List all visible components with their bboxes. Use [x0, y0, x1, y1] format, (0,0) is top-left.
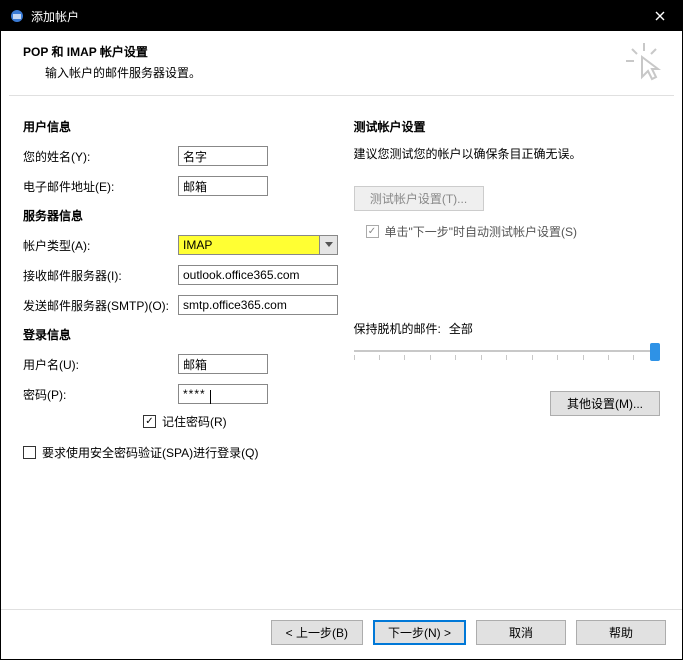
- server-info-heading: 服务器信息: [23, 207, 330, 224]
- incoming-server-input[interactable]: [178, 265, 338, 285]
- outgoing-server-input[interactable]: [178, 295, 338, 315]
- account-type-select[interactable]: IMAP: [178, 235, 338, 255]
- account-type-label: 帐户类型(A):: [23, 237, 178, 254]
- password-label: 密码(P):: [23, 386, 178, 403]
- window-title: 添加帐户: [31, 8, 637, 25]
- close-button[interactable]: [637, 1, 682, 31]
- auto-test-checkbox[interactable]: [366, 225, 379, 238]
- add-account-dialog: 添加帐户 POP 和 IMAP 帐户设置 输入帐户的邮件服务器设置。 用户信息: [0, 0, 683, 660]
- cursor-decoration-icon: [624, 41, 664, 81]
- help-button[interactable]: 帮助: [576, 620, 666, 645]
- password-input[interactable]: [178, 384, 268, 404]
- test-settings-note: 建议您测试您的帐户以确保条目正确无误。: [354, 145, 661, 162]
- cancel-button[interactable]: 取消: [476, 620, 566, 645]
- slider-thumb[interactable]: [650, 343, 660, 361]
- offline-mail-value: 全部: [449, 320, 473, 337]
- chevron-down-icon: [319, 236, 337, 254]
- back-button[interactable]: < 上一步(B): [271, 620, 363, 645]
- test-settings-heading: 测试帐户设置: [354, 118, 661, 135]
- incoming-server-label: 接收邮件服务器(I):: [23, 267, 178, 284]
- header-subtitle: 输入帐户的邮件服务器设置。: [45, 64, 660, 81]
- your-name-input[interactable]: [178, 146, 268, 166]
- offline-mail-label: 保持脱机的邮件:: [354, 320, 441, 337]
- remember-password-label: 记住密码(R): [162, 413, 227, 430]
- slider-ticks: [354, 355, 661, 360]
- username-label: 用户名(U):: [23, 356, 178, 373]
- remember-password-checkbox[interactable]: [143, 415, 156, 428]
- auto-test-label: 单击"下一步"时自动测试帐户设置(S): [385, 223, 578, 240]
- email-address-label: 电子邮件地址(E):: [23, 178, 178, 195]
- left-column: 用户信息 您的姓名(Y): 电子邮件地址(E): 服务器信息 帐户类型(A): …: [23, 114, 330, 601]
- dialog-footer: < 上一步(B) 下一步(N) > 取消 帮助: [1, 609, 682, 659]
- email-address-input[interactable]: [178, 176, 268, 196]
- next-button[interactable]: 下一步(N) >: [373, 620, 466, 645]
- account-type-value: IMAP: [179, 236, 319, 254]
- slider-track: [354, 350, 655, 352]
- text-caret: [210, 390, 211, 404]
- user-info-heading: 用户信息: [23, 118, 330, 135]
- test-account-settings-button[interactable]: 测试帐户设置(T)...: [354, 186, 484, 211]
- right-column: 测试帐户设置 建议您测试您的帐户以确保条目正确无误。 测试帐户设置(T)... …: [354, 114, 661, 601]
- spa-checkbox[interactable]: [23, 446, 36, 459]
- wizard-header: POP 和 IMAP 帐户设置 输入帐户的邮件服务器设置。: [1, 31, 682, 89]
- titlebar: 添加帐户: [1, 1, 682, 31]
- header-title: POP 和 IMAP 帐户设置: [23, 43, 660, 60]
- dialog-body: 用户信息 您的姓名(Y): 电子邮件地址(E): 服务器信息 帐户类型(A): …: [1, 96, 682, 609]
- username-input[interactable]: [178, 354, 268, 374]
- outgoing-server-label: 发送邮件服务器(SMTP)(O):: [23, 297, 178, 314]
- offline-mail-slider[interactable]: [354, 341, 661, 361]
- spa-label: 要求使用安全密码验证(SPA)进行登录(Q): [42, 444, 258, 461]
- app-icon: [9, 8, 25, 24]
- more-settings-button[interactable]: 其他设置(M)...: [550, 391, 660, 416]
- login-info-heading: 登录信息: [23, 326, 330, 343]
- your-name-label: 您的姓名(Y):: [23, 148, 178, 165]
